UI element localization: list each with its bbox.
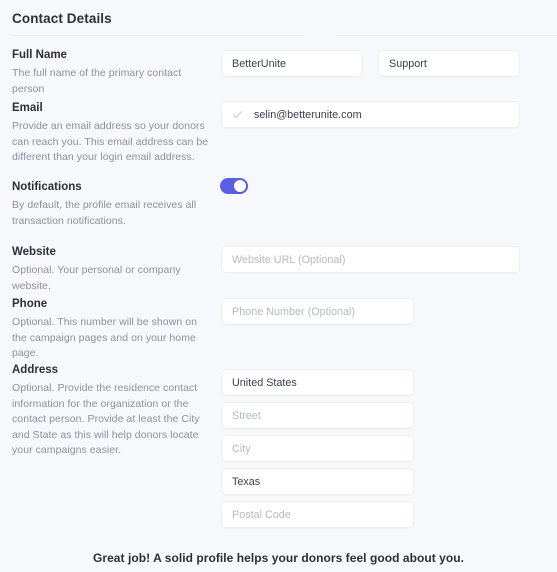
address-description: Optional. Provide the residence contact … xyxy=(12,382,200,456)
check-icon xyxy=(232,109,245,120)
address-state-input[interactable]: Texas xyxy=(221,468,414,495)
website-label: Website xyxy=(12,246,56,258)
email-description: Provide an email address so your donors … xyxy=(12,120,209,163)
notifications-label-col: Notifications By default, the profile em… xyxy=(12,180,212,229)
full-name-label-col: Full Name The full name of the primary c… xyxy=(12,48,212,97)
header-divider-right xyxy=(336,35,557,36)
full-name-label: Full Name xyxy=(12,49,67,61)
header-divider-left xyxy=(12,35,304,36)
address-label: Address xyxy=(12,364,59,376)
notifications-toggle[interactable] xyxy=(220,178,248,194)
last-name-input[interactable]: Support xyxy=(378,50,520,77)
contact-details-page: Contact Details Full Name The full name … xyxy=(0,0,557,572)
page-title: Contact Details xyxy=(12,11,112,26)
email-label-col: Email Provide an email address so your d… xyxy=(12,101,212,166)
phone-label-col: Phone Optional. This number will be show… xyxy=(12,297,212,362)
email-input[interactable]: selin@betterunite.com xyxy=(221,101,520,128)
phone-input[interactable]: Phone Number (Optional) xyxy=(221,298,414,325)
address-label-col: Address Optional. Provide the residence … xyxy=(12,363,212,459)
address-postal-input[interactable]: Postal Code xyxy=(221,501,414,528)
address-country-input[interactable]: United States xyxy=(221,369,414,396)
website-description: Optional. Your personal or company websi… xyxy=(12,264,181,292)
notifications-description: By default, the profile email receives a… xyxy=(12,199,197,227)
email-label: Email xyxy=(12,102,43,114)
page-header: Contact Details xyxy=(0,0,557,36)
address-city-input[interactable]: City xyxy=(221,435,414,462)
first-name-input[interactable]: BetterUnite xyxy=(221,50,363,77)
website-label-col: Website Optional. Your personal or compa… xyxy=(12,245,212,294)
footer-note: Great job! A solid profile helps your do… xyxy=(92,551,465,565)
notifications-label: Notifications xyxy=(12,181,82,193)
phone-label: Phone xyxy=(12,298,48,310)
toggle-knob xyxy=(234,180,246,192)
phone-description: Optional. This number will be shown on t… xyxy=(12,316,197,359)
website-input[interactable]: Website URL (Optional) xyxy=(221,246,520,273)
email-value: selin@betterunite.com xyxy=(254,108,362,121)
full-name-description: The full name of the primary contact per… xyxy=(12,67,182,95)
address-street-input[interactable]: Street xyxy=(221,402,414,429)
